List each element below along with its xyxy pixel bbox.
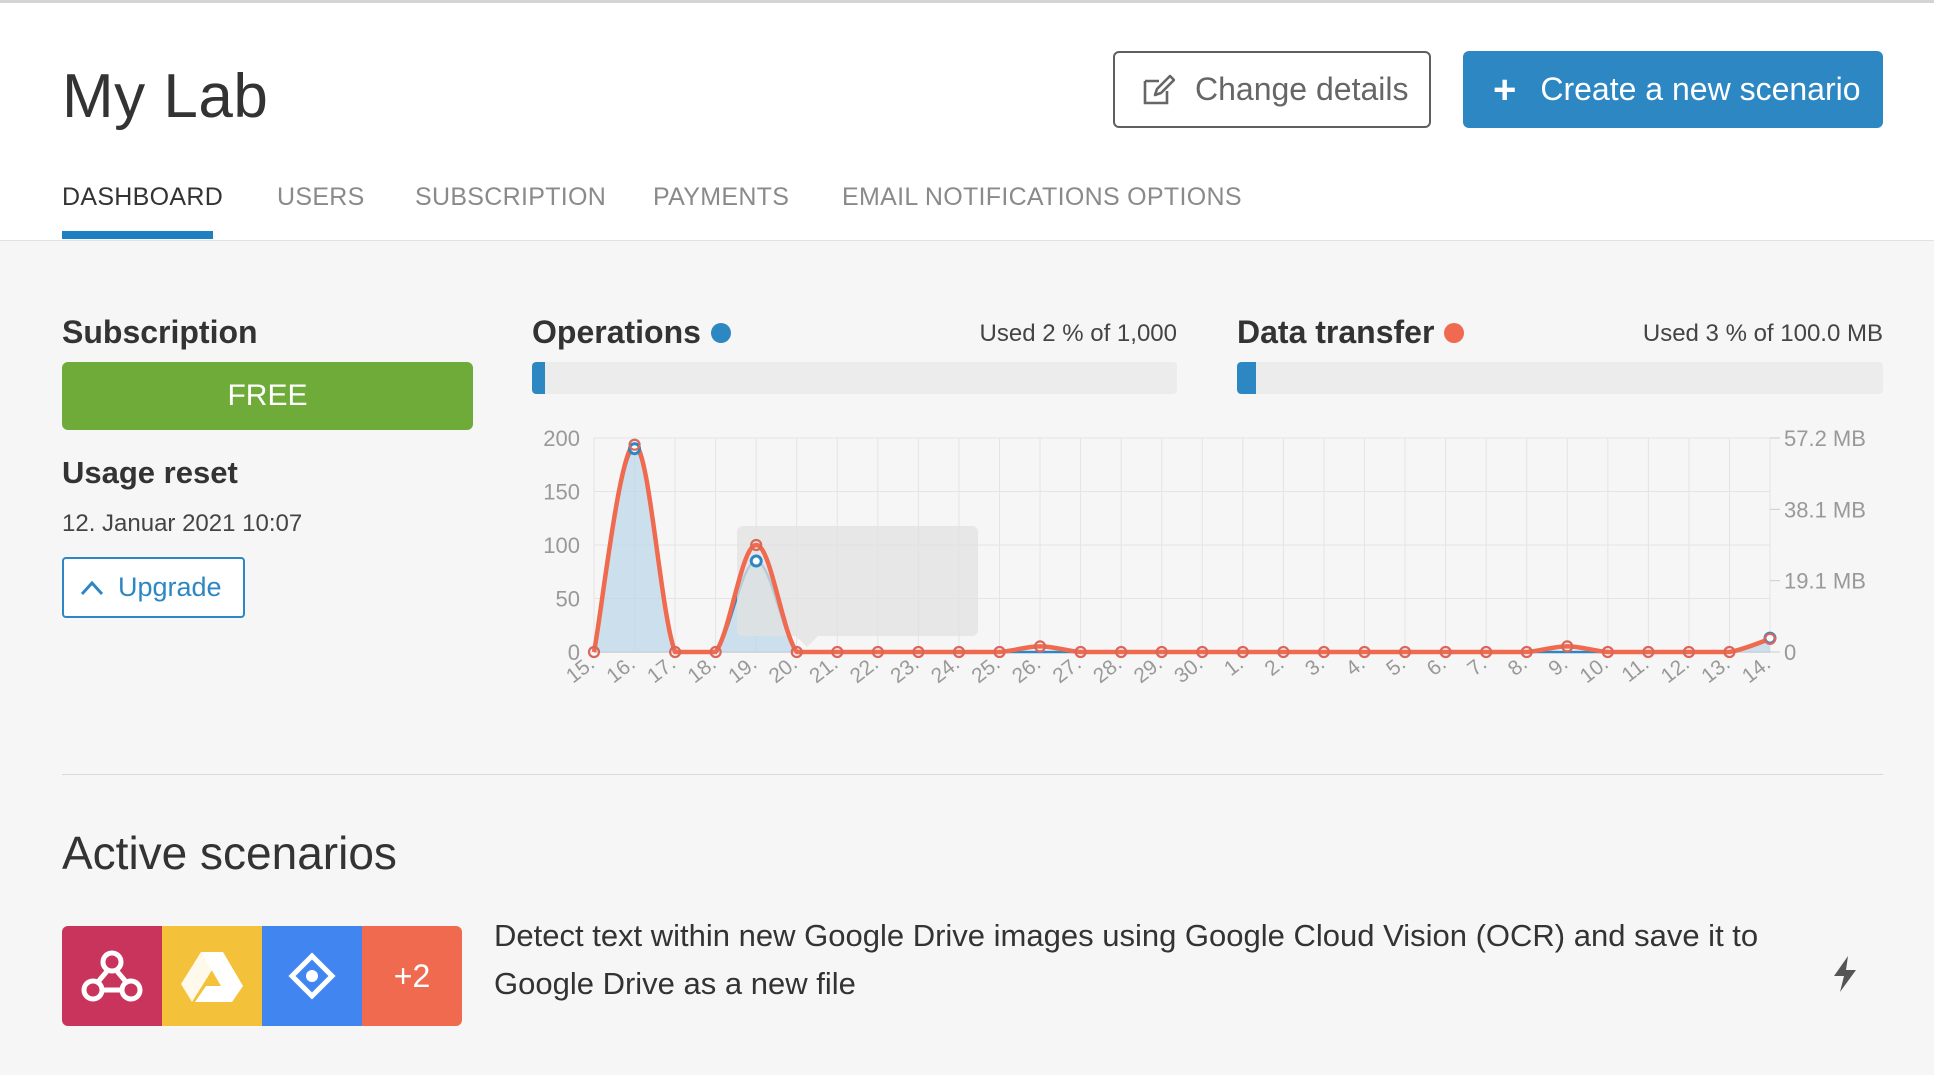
more-apps-count: +2	[362, 926, 462, 1026]
data-transfer-legend-dot	[1444, 322, 1465, 343]
y-left-tick-label: 150	[543, 480, 580, 505]
x-tick-label: 16.	[602, 652, 639, 688]
operations-heading: Operations	[532, 314, 731, 351]
y-right-tick-label: 19.1 MB	[1784, 569, 1866, 594]
upgrade-label: Upgrade	[118, 572, 222, 602]
operations-progress-fill	[532, 362, 545, 394]
tab-email-notifications[interactable]: EMAIL NOTIFICATIONS OPTIONS	[842, 183, 1242, 212]
change-details-button[interactable]: Change details	[1113, 51, 1431, 128]
tooltip-pointer	[796, 636, 818, 647]
x-tick-label: 19.	[724, 652, 761, 688]
x-tick-label: 26.	[1008, 652, 1045, 688]
google-drive-icon	[162, 926, 262, 1026]
y-left-tick-label: 200	[543, 426, 580, 451]
tab-dashboard[interactable]: DASHBOARD	[62, 183, 223, 212]
plus-icon: +	[1493, 67, 1517, 112]
tab-users[interactable]: USERS	[277, 183, 365, 212]
operations-usage-text: Used 2 % of 1,000	[979, 320, 1177, 347]
scenario-app-icons[interactable]: +2	[62, 926, 462, 1026]
data-transfer-progress-bar	[1237, 362, 1883, 394]
webhook-icon	[62, 926, 162, 1026]
section-divider	[62, 774, 1883, 775]
operations-title: Operations	[532, 314, 701, 350]
active-scenarios-heading: Active scenarios	[62, 827, 397, 879]
operations-legend-dot	[710, 322, 731, 343]
data-transfer-usage-text: Used 3 % of 100.0 MB	[1642, 320, 1883, 347]
operations-progress-bar	[532, 362, 1177, 394]
tab-bar: DASHBOARD USERS SUBSCRIPTION PAYMENTS EM…	[0, 178, 1934, 242]
data-transfer-heading: Data transfer	[1237, 314, 1465, 351]
change-details-label: Change details	[1195, 71, 1409, 107]
chevron-up-icon	[80, 580, 104, 595]
scenario-description-link[interactable]: Detect text within new Google Drive imag…	[494, 912, 1814, 1008]
y-right-tick-label: 38.1 MB	[1784, 497, 1866, 522]
google-cloud-vision-icon	[262, 926, 362, 1026]
y-right-tick-label: 0	[1784, 640, 1796, 665]
data-transfer-title: Data transfer	[1237, 314, 1435, 350]
edit-icon	[1143, 74, 1175, 104]
y-right-tick-label: 57.2 MB	[1784, 426, 1866, 451]
subscription-heading: Subscription	[62, 314, 258, 350]
y-left-tick-label: 100	[543, 533, 580, 558]
plan-badge: FREE	[62, 362, 473, 430]
data-transfer-progress-fill	[1237, 362, 1257, 394]
operations-point	[749, 554, 763, 568]
usage-reset-heading: Usage reset	[62, 455, 238, 490]
x-tick-label: 9.	[1544, 652, 1572, 681]
upgrade-button[interactable]: Upgrade	[62, 557, 245, 618]
x-tick-label: 14.	[1738, 652, 1775, 688]
page-title: My Lab	[62, 62, 269, 131]
active-tab-indicator	[62, 231, 213, 239]
create-scenario-label: Create a new scenario	[1540, 71, 1861, 107]
usage-reset-date: 12. Januar 2021 10:07	[62, 510, 303, 537]
tab-payments[interactable]: PAYMENTS	[653, 183, 789, 212]
lightning-bolt-icon[interactable]	[1832, 956, 1858, 992]
create-scenario-button[interactable]: + Create a new scenario	[1463, 51, 1883, 128]
tab-subscription[interactable]: SUBSCRIPTION	[415, 183, 606, 212]
usage-chart: 20015010050057.2 MB38.1 MB19.1 MB015. 16.…	[543, 426, 1866, 688]
page-header: My Lab Change details + Create a new sce…	[0, 3, 1934, 241]
y-left-tick-label: 50	[556, 587, 580, 612]
